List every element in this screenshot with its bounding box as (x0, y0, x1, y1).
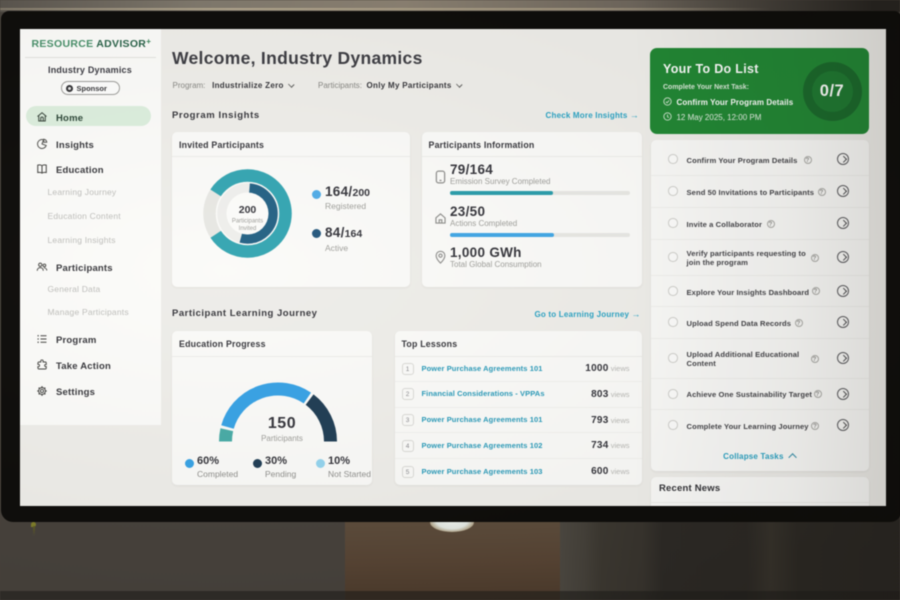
svg-text:200: 200 (239, 204, 257, 216)
svg-text:Participants: Participants (232, 218, 263, 224)
svg-text:Invited: Invited (239, 226, 257, 232)
